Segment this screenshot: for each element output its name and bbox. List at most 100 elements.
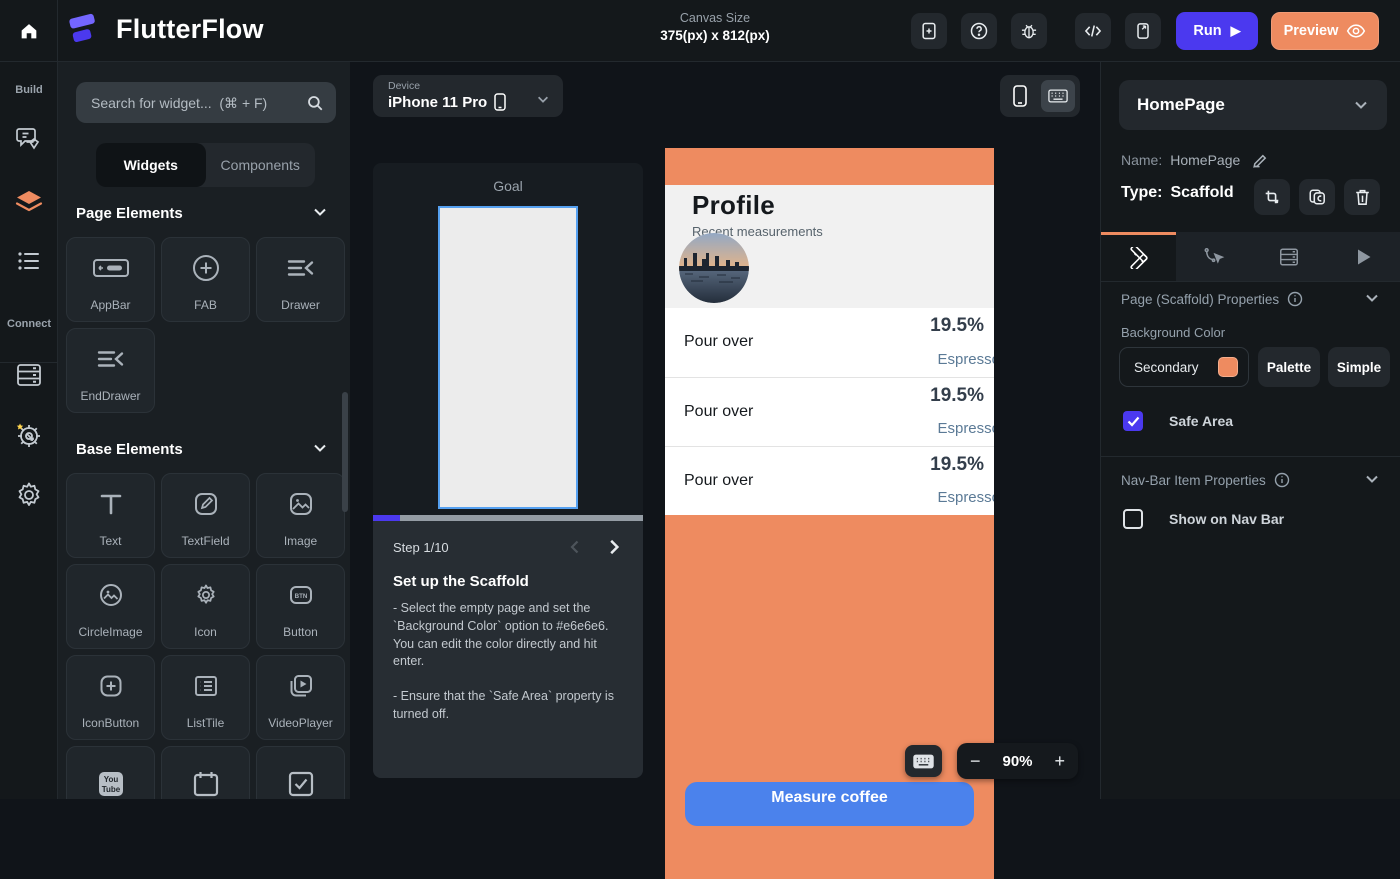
widget-circleimage[interactable]: CircleImage: [66, 564, 155, 649]
code-icon: [1083, 21, 1103, 41]
goal-title: Goal: [373, 178, 643, 194]
measurement-method: Pour over: [684, 472, 753, 490]
color-swatch[interactable]: [1218, 357, 1238, 377]
section-title: Nav-Bar Item Properties: [1121, 473, 1266, 488]
widget-component-tabs: Widgets Components: [96, 143, 315, 187]
home-button[interactable]: [0, 0, 58, 62]
zoom-control: − 90% +: [957, 743, 1078, 779]
widget-label: VideoPlayer: [268, 716, 333, 730]
debug-button[interactable]: [1011, 13, 1047, 49]
measurement-type: Espresso: [937, 351, 994, 368]
list-item[interactable]: Pour over 19.5% Espresso: [665, 377, 994, 446]
select-widget-button[interactable]: [1254, 179, 1290, 215]
widget-image[interactable]: Image: [256, 473, 345, 558]
chevron-down-icon[interactable]: [1364, 471, 1380, 487]
preview-button[interactable]: Preview: [1271, 12, 1379, 50]
widget-youtube[interactable]: YouTube: [66, 746, 155, 799]
widget-panel-scrollbar[interactable]: [342, 62, 348, 799]
deploy-button[interactable]: [1125, 13, 1161, 49]
chevron-left-icon[interactable]: [567, 539, 583, 555]
widget-textfield[interactable]: TextField: [161, 473, 250, 558]
app-profile-header[interactable]: Profile Recent measurements: [665, 185, 994, 308]
flutterflow-logo-icon: [64, 10, 104, 52]
tab-data[interactable]: [1251, 232, 1326, 281]
chevron-right-icon[interactable]: [605, 538, 623, 556]
palette-button[interactable]: Palette: [1258, 347, 1320, 387]
help-icon: [969, 21, 989, 41]
database-icon[interactable]: [0, 360, 58, 390]
add-page-button[interactable]: [911, 13, 947, 49]
background-color-picker[interactable]: Secondary: [1119, 347, 1249, 387]
list-icon[interactable]: [0, 247, 58, 275]
chevron-down-icon[interactable]: [312, 440, 328, 456]
chevron-down-icon[interactable]: [1364, 290, 1380, 306]
view-code-button[interactable]: [1075, 13, 1111, 49]
widget-tree-icon[interactable]: [0, 124, 58, 154]
widget-appbar[interactable]: AppBar: [66, 237, 155, 322]
simple-button[interactable]: Simple: [1328, 347, 1390, 387]
safe-area-checkbox[interactable]: [1123, 411, 1143, 431]
textfield-icon: [162, 474, 249, 534]
run-button[interactable]: Run ▶: [1176, 12, 1258, 50]
show-on-nav-bar-checkbox[interactable]: [1123, 509, 1143, 529]
widget-iconbutton[interactable]: IconButton: [66, 655, 155, 740]
keyboard-shortcuts-button[interactable]: [905, 745, 942, 777]
tab-preview[interactable]: [1326, 232, 1400, 281]
tab-components[interactable]: Components: [206, 143, 316, 187]
avatar[interactable]: [679, 233, 749, 303]
measurement-method: Pour over: [684, 403, 753, 421]
measure-coffee-button[interactable]: Measure coffee: [685, 782, 974, 826]
show-on-nav-bar-label: Show on Nav Bar: [1169, 511, 1284, 527]
widget-icon[interactable]: Icon: [161, 564, 250, 649]
copy-icon: [1308, 188, 1326, 206]
api-icon[interactable]: [0, 420, 58, 452]
layers-icon[interactable]: [0, 187, 58, 217]
widget-enddrawer[interactable]: EndDrawer: [66, 328, 155, 413]
copy-widget-button[interactable]: [1299, 179, 1335, 215]
widget-button[interactable]: BTN Button: [256, 564, 345, 649]
measurement-list: Pour over 19.5% Espresso Pour over 19.5%…: [665, 308, 994, 515]
chevron-down-icon[interactable]: [312, 204, 328, 220]
tab-actions[interactable]: [1176, 232, 1251, 281]
widget-search[interactable]: [76, 82, 336, 123]
device-selector[interactable]: Device iPhone 11 Pro: [373, 75, 563, 117]
app-subtitle: Recent measurements: [692, 224, 994, 239]
info-icon[interactable]: [1274, 472, 1290, 488]
videoplayer-icon: [257, 656, 344, 716]
iconbutton-icon: [67, 656, 154, 716]
widget-listtile[interactable]: ListTile: [161, 655, 250, 740]
phone-mode-button[interactable]: [1005, 85, 1035, 107]
measurement-type: Espresso: [937, 489, 994, 506]
widget-search-input[interactable]: [91, 95, 306, 111]
device-value: iPhone 11 Pro: [388, 94, 487, 111]
type-label: Type:: [1121, 184, 1162, 202]
widget-text[interactable]: Text: [66, 473, 155, 558]
page-selector-value: HomePage: [1137, 95, 1353, 115]
scaffold-properties-header: Page (Scaffold) Properties: [1121, 291, 1303, 307]
tab-properties[interactable]: [1101, 232, 1176, 281]
youtube-icon: YouTube: [67, 747, 154, 799]
list-item[interactable]: Pour over 19.5% Espresso: [665, 446, 994, 515]
widget-label: FAB: [194, 298, 217, 312]
list-item[interactable]: Pour over 19.5% Espresso: [665, 308, 994, 377]
edit-pencil-icon[interactable]: [1252, 151, 1269, 168]
zoom-in-button[interactable]: +: [1054, 752, 1065, 770]
settings-icon[interactable]: [0, 480, 58, 510]
widget-label: Button: [283, 625, 318, 639]
page-selector-dropdown[interactable]: HomePage: [1119, 80, 1387, 130]
widget-calendar[interactable]: [161, 746, 250, 799]
chevron-down-icon: [1353, 97, 1369, 113]
widget-fab[interactable]: FAB: [161, 237, 250, 322]
tab-widgets[interactable]: Widgets: [96, 143, 206, 187]
image-icon: [257, 474, 344, 534]
widget-videoplayer[interactable]: VideoPlayer: [256, 655, 345, 740]
widget-drawer[interactable]: Drawer: [256, 237, 345, 322]
properties-tab-strip: [1101, 232, 1400, 282]
zoom-out-button[interactable]: −: [970, 752, 981, 770]
help-button[interactable]: [961, 13, 997, 49]
widget-checkbox[interactable]: [256, 746, 345, 799]
keyboard-mode-button[interactable]: [1041, 80, 1075, 112]
info-icon[interactable]: [1287, 291, 1303, 307]
app-canvas[interactable]: Profile Recent measurements: [665, 148, 994, 879]
delete-widget-button[interactable]: [1344, 179, 1380, 215]
